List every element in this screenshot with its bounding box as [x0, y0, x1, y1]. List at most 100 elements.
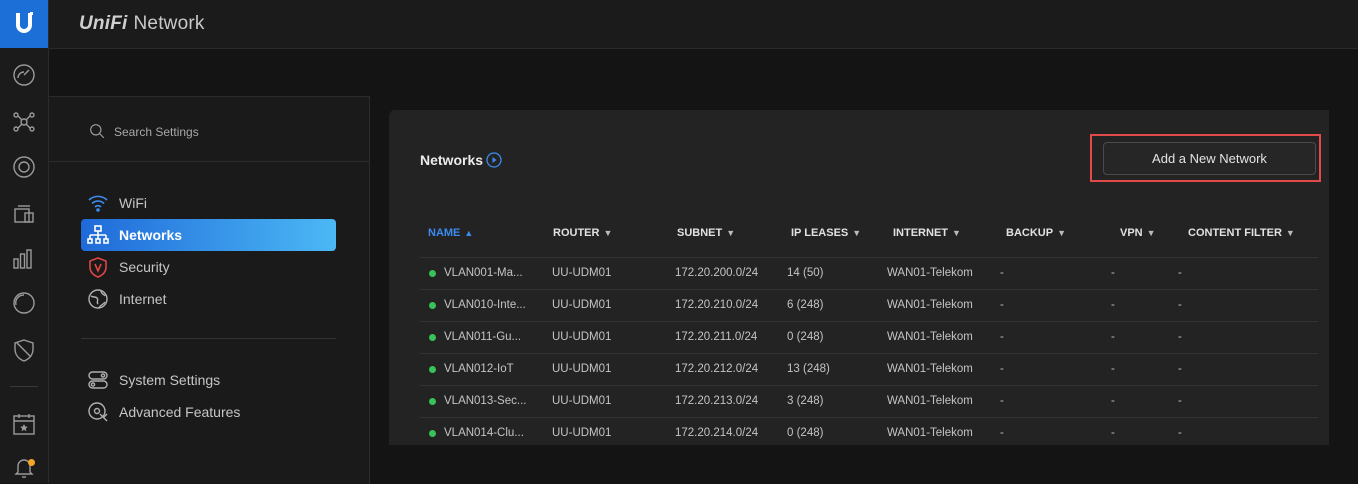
- status-online-dot: [429, 366, 436, 373]
- subnet-cell: 172.20.200.0/24: [675, 267, 759, 279]
- nav-divider: [81, 338, 336, 339]
- table-row[interactable]: VLAN014-Clu... UU-UDM01 172.20.214.0/24 0 (…: [420, 417, 1318, 445]
- system-settings-icon: [87, 369, 109, 391]
- sidebar-item-wifi[interactable]: WiFi: [81, 187, 336, 219]
- ip-leases-cell: 14 (50): [787, 267, 824, 279]
- column-label: BACKUP: [1006, 227, 1054, 239]
- vpn-cell: -: [1111, 331, 1115, 343]
- status-online-dot: [429, 398, 436, 405]
- internet-cell: WAN01-Telekom: [887, 331, 973, 343]
- search-settings-input[interactable]: Search Settings: [89, 123, 199, 140]
- settings-sidebar: Search Settings WiFi Networks Security I…: [49, 96, 370, 484]
- internet-cell: WAN01-Telekom: [887, 267, 973, 279]
- chevron-down-icon: ▼: [1146, 228, 1156, 238]
- networks-card: Networks Add a New Network NAME ▲ ROUTER ▼…: [389, 110, 1329, 445]
- internet-cell: WAN01-Telekom: [887, 395, 973, 407]
- ip-leases-cell: 0 (248): [787, 331, 824, 343]
- table-row[interactable]: VLAN013-Sec... UU-UDM01 172.20.213.0/24 3 (…: [420, 385, 1318, 418]
- app-brand[interactable]: UniFi Network: [79, 13, 205, 35]
- network-name: VLAN001-Ma...: [444, 267, 523, 279]
- alerts-bell-icon[interactable]: [8, 452, 40, 484]
- table-row[interactable]: VLAN001-Ma... UU-UDM01 172.20.200.0/24 14 (…: [420, 257, 1318, 290]
- network-name: VLAN014-Clu...: [444, 427, 524, 439]
- column-header-internet[interactable]: INTERNET ▼: [893, 227, 961, 239]
- table-row[interactable]: VLAN010-Inte... UU-UDM01 172.20.210.0/24 6 …: [420, 289, 1318, 322]
- icon-rail: [0, 0, 49, 483]
- status-online-dot: [429, 270, 436, 277]
- column-header-subnet[interactable]: SUBNET ▼: [677, 227, 735, 239]
- ip-leases-cell: 13 (248): [787, 363, 830, 375]
- wifi-icon: [87, 192, 109, 214]
- clients-icon[interactable]: [8, 198, 40, 230]
- search-placeholder: Search Settings: [114, 124, 199, 139]
- backup-cell: -: [1000, 363, 1004, 375]
- internet-cell: WAN01-Telekom: [887, 299, 973, 311]
- sidebar-item-security[interactable]: Security: [81, 251, 336, 283]
- backup-cell: -: [1000, 427, 1004, 439]
- dashboard-icon[interactable]: [8, 59, 40, 91]
- backup-cell: -: [1000, 395, 1004, 407]
- subnet-cell: 172.20.211.0/24: [675, 331, 758, 343]
- search-icon: [90, 124, 105, 139]
- sidebar-item-networks[interactable]: Networks: [81, 219, 336, 251]
- column-header-ip-leases[interactable]: IP LEASES ▼: [791, 227, 861, 239]
- network-name: VLAN011-Gu...: [444, 331, 522, 343]
- content-filter-cell: -: [1178, 299, 1182, 311]
- add-new-network-button[interactable]: Add a New Network: [1103, 142, 1316, 175]
- sidebar-item-label: WiFi: [119, 195, 147, 211]
- column-header-backup[interactable]: BACKUP ▼: [1006, 227, 1066, 239]
- vpn-cell: -: [1111, 395, 1115, 407]
- vpn-cell: -: [1111, 267, 1115, 279]
- ubiquiti-logo-icon[interactable]: [0, 0, 48, 48]
- vpn-cell: -: [1111, 363, 1115, 375]
- table-row[interactable]: VLAN012-IoT UU-UDM01 172.20.212.0/24 13 (24…: [420, 353, 1318, 386]
- router-cell: UU-UDM01: [552, 427, 612, 439]
- app-name: Network: [133, 13, 205, 34]
- sidebar-item-internet[interactable]: Internet: [81, 283, 336, 315]
- events-calendar-icon[interactable]: [8, 408, 40, 440]
- play-tutorial-icon[interactable]: [486, 152, 502, 168]
- top-bar: UniFi Network: [49, 0, 1358, 49]
- subnet-cell: 172.20.212.0/24: [675, 363, 759, 375]
- internet-globe-icon: [87, 288, 109, 310]
- column-header-content-filter[interactable]: CONTENT FILTER ▼: [1188, 227, 1295, 239]
- ip-leases-cell: 3 (248): [787, 395, 824, 407]
- column-header-name[interactable]: NAME ▲: [428, 227, 473, 239]
- column-label: VPN: [1120, 227, 1143, 239]
- insights-icon[interactable]: [8, 287, 40, 319]
- subnet-cell: 172.20.210.0/24: [675, 299, 759, 311]
- security-shield-icon[interactable]: [8, 334, 40, 366]
- column-label: NAME: [428, 227, 461, 239]
- router-cell: UU-UDM01: [552, 267, 612, 279]
- chevron-down-icon: ▼: [603, 228, 613, 238]
- vpn-cell: -: [1111, 299, 1115, 311]
- ip-leases-cell: 0 (248): [787, 427, 824, 439]
- router-cell: UU-UDM01: [552, 363, 612, 375]
- network-name: VLAN010-Inte...: [444, 299, 526, 311]
- sidebar-item-system-settings[interactable]: System Settings: [81, 364, 336, 396]
- chevron-down-icon: ▼: [852, 228, 862, 238]
- content-filter-cell: -: [1178, 427, 1182, 439]
- devices-icon[interactable]: [8, 151, 40, 183]
- backup-cell: -: [1000, 331, 1004, 343]
- topology-icon[interactable]: [8, 106, 40, 138]
- content-filter-cell: -: [1178, 363, 1182, 375]
- column-header-vpn[interactable]: VPN ▼: [1120, 227, 1156, 239]
- subnet-cell: 172.20.213.0/24: [675, 395, 759, 407]
- router-cell: UU-UDM01: [552, 299, 612, 311]
- column-label: CONTENT FILTER: [1188, 227, 1282, 239]
- page-title: Networks: [420, 152, 502, 168]
- content-filter-cell: -: [1178, 331, 1182, 343]
- unifi-logo-text: UniFi: [79, 13, 128, 34]
- column-header-router[interactable]: ROUTER ▼: [553, 227, 612, 239]
- sidebar-item-advanced-features[interactable]: Advanced Features: [81, 396, 336, 428]
- sidebar-item-label: Security: [119, 259, 170, 275]
- statistics-icon[interactable]: [8, 243, 40, 275]
- status-online-dot: [429, 334, 436, 341]
- search-divider: [49, 161, 369, 162]
- chevron-down-icon: ▼: [726, 228, 736, 238]
- network-name: VLAN013-Sec...: [444, 395, 527, 407]
- table-row[interactable]: VLAN011-Gu... UU-UDM01 172.20.211.0/24 0 (2…: [420, 321, 1318, 354]
- chevron-down-icon: ▼: [952, 228, 961, 238]
- backup-cell: -: [1000, 299, 1004, 311]
